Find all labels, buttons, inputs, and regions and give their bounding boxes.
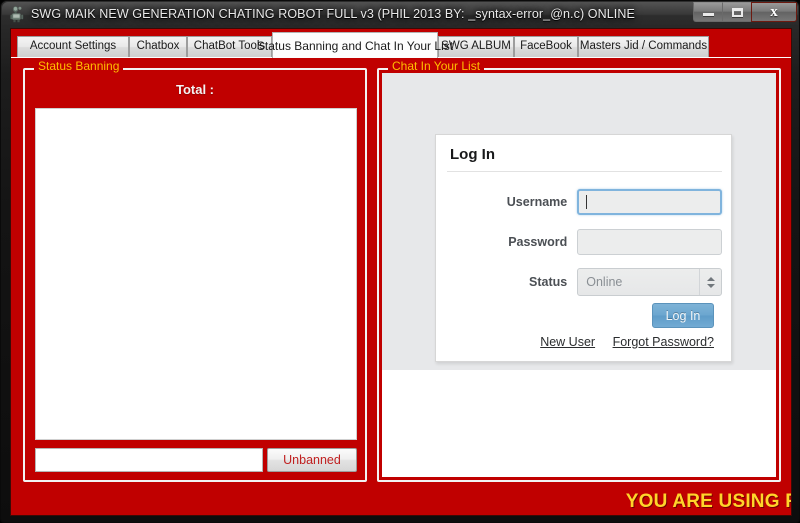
robot-icon xyxy=(10,6,24,23)
total-label: Total : xyxy=(175,82,215,97)
password-input[interactable] xyxy=(577,229,722,255)
client-area: Account Settings Chatbox ChatBot Tools S… xyxy=(10,28,792,516)
username-label: Username xyxy=(506,194,568,209)
tab-label: Status Banning and Chat In Your List xyxy=(256,38,454,53)
tab-label: FaceBook xyxy=(520,40,572,53)
spinner-arrows-icon[interactable] xyxy=(699,269,721,295)
maximize-icon xyxy=(731,7,743,17)
application-window: SWG MAIK NEW GENERATION CHATING ROBOT FU… xyxy=(0,0,800,523)
chat-in-your-list-group-title: Chat In Your List xyxy=(388,60,485,72)
marquee-message: YOU ARE USING F xyxy=(625,491,792,512)
unbanned-button[interactable]: Unbanned xyxy=(267,448,357,472)
forgot-password-link[interactable]: Forgot Password? xyxy=(613,335,714,349)
unban-row: Unbanned xyxy=(35,448,357,472)
embedded-browser-view: Log In Username Password Status Online L… xyxy=(382,73,776,477)
status-banning-group-title: Status Banning xyxy=(34,60,124,72)
tab-status-banning-and-chat-in-your-list[interactable]: Status Banning and Chat In Your List xyxy=(257,32,453,58)
chevron-down-icon xyxy=(706,283,715,288)
window-title: SWG MAIK NEW GENERATION CHATING ROBOT FU… xyxy=(31,7,635,21)
unbanned-button-label: Unbanned xyxy=(283,453,341,467)
status-select-value: Online xyxy=(586,274,623,289)
status-label: Status xyxy=(529,274,568,289)
tab-masters-jid-commands[interactable]: Masters Jid / Commands xyxy=(578,36,709,57)
username-row: Username xyxy=(447,187,722,217)
status-banning-group: Status Banning Total : Unbanned xyxy=(23,60,367,482)
banned-list[interactable] xyxy=(35,108,357,440)
login-links: New User Forgot Password? xyxy=(447,335,722,349)
window-controls: x xyxy=(693,2,797,24)
tab-label: Masters Jid / Commands xyxy=(579,40,708,53)
chat-in-your-list-group: Chat In Your List Log In Username Passwo… xyxy=(377,60,781,482)
password-label: Password xyxy=(508,234,568,249)
text-caret xyxy=(586,195,588,209)
password-row: Password xyxy=(447,227,722,257)
maximize-button[interactable] xyxy=(722,2,751,22)
status-select[interactable]: Online xyxy=(577,268,722,296)
username-input[interactable] xyxy=(577,189,722,215)
status-row: Status Online xyxy=(447,267,722,297)
login-submit-button[interactable]: Log In xyxy=(652,303,714,328)
close-button[interactable]: x xyxy=(751,2,797,22)
close-icon: x xyxy=(770,3,778,20)
minimize-button[interactable] xyxy=(693,2,722,22)
minimize-icon xyxy=(702,13,714,16)
tab-content-panel: Status Banning Total : Unbanned Chat In … xyxy=(11,57,792,515)
unban-input[interactable] xyxy=(35,448,263,472)
tab-label: ChatBot Tools xyxy=(193,40,266,53)
login-divider xyxy=(447,171,722,172)
tab-chatbox[interactable]: Chatbox xyxy=(129,36,187,57)
tab-facebook[interactable]: FaceBook xyxy=(514,36,578,57)
new-user-link[interactable]: New User xyxy=(540,335,595,349)
tab-label: Chatbox xyxy=(136,40,180,53)
tab-account-settings[interactable]: Account Settings xyxy=(17,36,129,57)
login-heading: Log In xyxy=(450,146,495,163)
chevron-up-icon xyxy=(706,276,715,281)
login-submit-label: Log In xyxy=(665,308,701,323)
bottom-status-bar: YOU ARE USING F xyxy=(11,487,792,515)
tab-strip: Account Settings Chatbox ChatBot Tools S… xyxy=(11,29,791,58)
tab-label: Account Settings xyxy=(29,40,117,53)
login-card: Log In Username Password Status Online L… xyxy=(435,134,732,362)
title-bar: SWG MAIK NEW GENERATION CHATING ROBOT FU… xyxy=(1,1,799,27)
